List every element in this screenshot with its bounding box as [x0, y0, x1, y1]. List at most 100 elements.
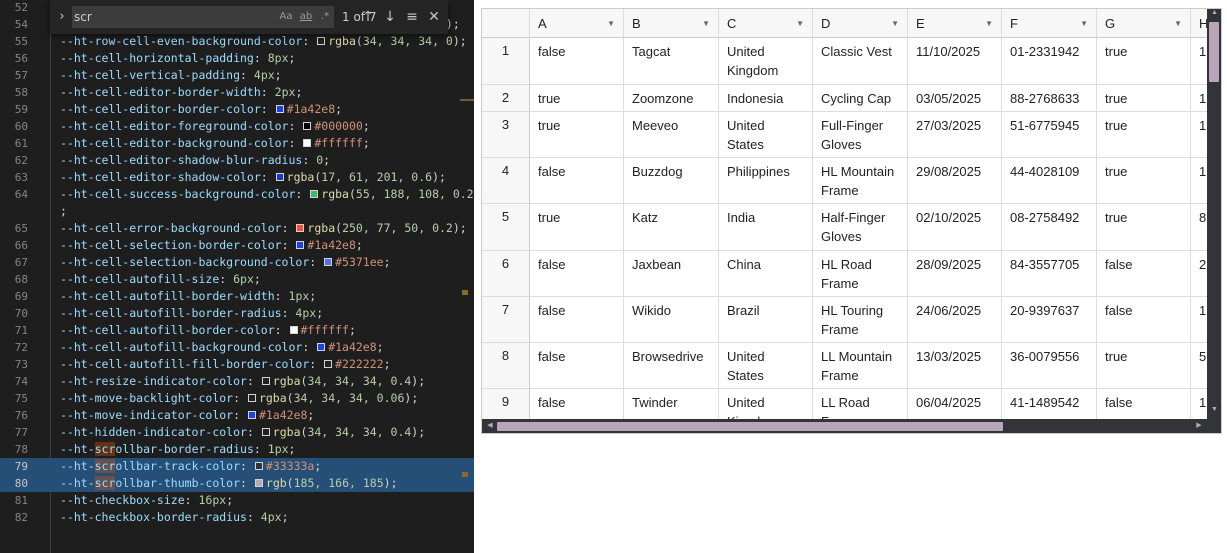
color-swatch[interactable]: [317, 37, 326, 45]
row-header[interactable]: 1: [482, 38, 530, 85]
color-swatch[interactable]: [275, 173, 284, 181]
row-header[interactable]: 3: [482, 112, 530, 158]
dropdown-arrow-icon[interactable]: ▼: [891, 9, 899, 38]
scroll-down-icon[interactable]: ▼: [1207, 406, 1221, 413]
table-cell[interactable]: 20-9397637: [1002, 297, 1097, 343]
find-in-selection-icon[interactable]: ≡: [403, 8, 421, 26]
color-swatch[interactable]: [310, 190, 319, 198]
table-cell[interactable]: false: [1097, 251, 1191, 297]
code-line[interactable]: 81 --ht-checkbox-size: 16px;: [0, 492, 474, 509]
table-cell[interactable]: 88-2768633: [1002, 85, 1097, 112]
row-header[interactable]: 6: [482, 251, 530, 297]
color-swatch[interactable]: [303, 122, 312, 130]
corner-header[interactable]: [482, 9, 530, 38]
table-cell[interactable]: Philippines: [719, 158, 813, 204]
code-line[interactable]: 59 --ht-cell-editor-border-color: #1a42e8…: [0, 101, 474, 118]
table-cell[interactable]: false: [530, 251, 624, 297]
color-swatch[interactable]: [275, 105, 284, 113]
toggle-replace-chevron-icon[interactable]: ›: [54, 8, 70, 26]
table-cell[interactable]: Indonesia: [719, 85, 813, 112]
table-cell[interactable]: LL Mountain Frame: [813, 343, 908, 389]
table-cell[interactable]: India: [719, 204, 813, 251]
table-cell[interactable]: 28/09/2025: [908, 251, 1002, 297]
table-cell[interactable]: Cycling Cap: [813, 85, 908, 112]
code-line[interactable]: 71 --ht-cell-autofill-border-color: #ffff…: [0, 322, 474, 339]
code-line[interactable]: 55 --ht-row-cell-even-background-color: r…: [0, 33, 474, 50]
horizontal-scrollbar-thumb[interactable]: [497, 422, 1003, 431]
table-cell[interactable]: true: [1097, 85, 1191, 112]
table-cell[interactable]: Tagcat: [624, 38, 719, 85]
code-line[interactable]: 77 --ht-hidden-indicator-color: rgba(34, …: [0, 424, 474, 441]
table-cell[interactable]: United States: [719, 112, 813, 158]
table-cell[interactable]: 01-2331942: [1002, 38, 1097, 85]
code-line[interactable]: 80 --ht-scrollbar-thumb-color: rgb(185, 1…: [0, 475, 474, 492]
code-line[interactable]: 62 --ht-cell-editor-shadow-blur-radius: 0…: [0, 152, 474, 169]
previous-match-arrow-up-icon[interactable]: ↑: [359, 8, 377, 26]
table-cell[interactable]: Brazil: [719, 297, 813, 343]
table-cell[interactable]: 02/10/2025: [908, 204, 1002, 251]
color-swatch[interactable]: [296, 224, 305, 232]
dropdown-arrow-icon[interactable]: ▼: [985, 9, 993, 38]
vertical-scrollbar[interactable]: ▲ ▼: [1207, 9, 1221, 419]
table-cell[interactable]: false: [530, 38, 624, 85]
color-swatch[interactable]: [247, 411, 256, 419]
table-cell[interactable]: false: [530, 158, 624, 204]
code-editor[interactable]: 52--ht-row-header-even-background-color:…: [0, 0, 474, 553]
table-cell[interactable]: 11/10/2025: [908, 38, 1002, 85]
code-line[interactable]: 58 --ht-cell-editor-border-width: 2px;: [0, 84, 474, 101]
color-swatch[interactable]: [261, 428, 270, 436]
table-cell[interactable]: true: [1097, 204, 1191, 251]
scroll-left-icon[interactable]: ◀: [484, 421, 496, 429]
code-line[interactable]: 65 --ht-cell-error-background-color: rgba…: [0, 220, 474, 237]
match-case-button[interactable]: Aa: [278, 9, 294, 25]
table-cell[interactable]: 44-4028109: [1002, 158, 1097, 204]
table-cell[interactable]: 03/05/2025: [908, 85, 1002, 112]
code-line[interactable]: 74 --ht-resize-indicator-color: rgba(34, …: [0, 373, 474, 390]
table-cell[interactable]: Wikido: [624, 297, 719, 343]
table-cell[interactable]: true: [530, 112, 624, 158]
code-line[interactable]: 61 --ht-cell-editor-background-color: #ff…: [0, 135, 474, 152]
code-line[interactable]: 63 --ht-cell-editor-shadow-color: rgba(17…: [0, 169, 474, 186]
code-line[interactable]: 56 --ht-cell-horizontal-padding: 8px;: [0, 50, 474, 67]
use-regex-button[interactable]: .*: [318, 9, 332, 25]
color-swatch[interactable]: [254, 479, 263, 487]
table-cell[interactable]: United States: [719, 343, 813, 389]
dropdown-arrow-icon[interactable]: ▼: [702, 9, 710, 38]
table-cell[interactable]: true: [530, 85, 624, 112]
column-header-b[interactable]: B ▼: [624, 9, 719, 38]
color-swatch[interactable]: [303, 139, 312, 147]
row-header[interactable]: 4: [482, 158, 530, 204]
table-cell[interactable]: 13/03/2025: [908, 343, 1002, 389]
table-cell[interactable]: false: [530, 297, 624, 343]
scroll-right-icon[interactable]: ▶: [1193, 421, 1205, 429]
find-input[interactable]: [72, 6, 222, 28]
match-whole-word-button[interactable]: ab: [298, 9, 314, 25]
dropdown-arrow-icon[interactable]: ▼: [796, 9, 804, 38]
table-cell[interactable]: Katz: [624, 204, 719, 251]
code-line[interactable]: 72 --ht-cell-autofill-background-color: #…: [0, 339, 474, 356]
column-header-d[interactable]: D ▼: [813, 9, 908, 38]
code-line[interactable]: 79 --ht-scrollbar-track-color: #33333a;: [0, 458, 474, 475]
code-line[interactable]: 67 --ht-cell-selection-background-color: …: [0, 254, 474, 271]
next-match-arrow-down-icon[interactable]: ↓: [381, 8, 399, 26]
table-cell[interactable]: 27/03/2025: [908, 112, 1002, 158]
color-swatch[interactable]: [289, 326, 298, 334]
table-cell[interactable]: HL Touring Frame: [813, 297, 908, 343]
code-line[interactable]: 60 --ht-cell-editor-foreground-color: #00…: [0, 118, 474, 135]
color-swatch[interactable]: [261, 377, 270, 385]
table-cell[interactable]: false: [530, 343, 624, 389]
code-line[interactable]: 70 --ht-cell-autofill-border-radius: 4px;: [0, 305, 474, 322]
table-cell[interactable]: Browsedrive: [624, 343, 719, 389]
close-icon[interactable]: ✕: [425, 8, 443, 26]
table-cell[interactable]: United Kingdom: [719, 38, 813, 85]
table-cell[interactable]: Half-Finger Gloves: [813, 204, 908, 251]
color-swatch[interactable]: [317, 343, 326, 351]
table-cell[interactable]: 51-6775945: [1002, 112, 1097, 158]
table-cell[interactable]: true: [1097, 112, 1191, 158]
code-line[interactable]: 78 --ht-scrollbar-border-radius: 1px;: [0, 441, 474, 458]
row-header[interactable]: 5: [482, 204, 530, 251]
code-line[interactable]: 75 --ht-move-backlight-color: rgba(34, 34…: [0, 390, 474, 407]
color-swatch[interactable]: [324, 360, 333, 368]
table-cell[interactable]: true: [1097, 343, 1191, 389]
table-cell[interactable]: 29/08/2025: [908, 158, 1002, 204]
